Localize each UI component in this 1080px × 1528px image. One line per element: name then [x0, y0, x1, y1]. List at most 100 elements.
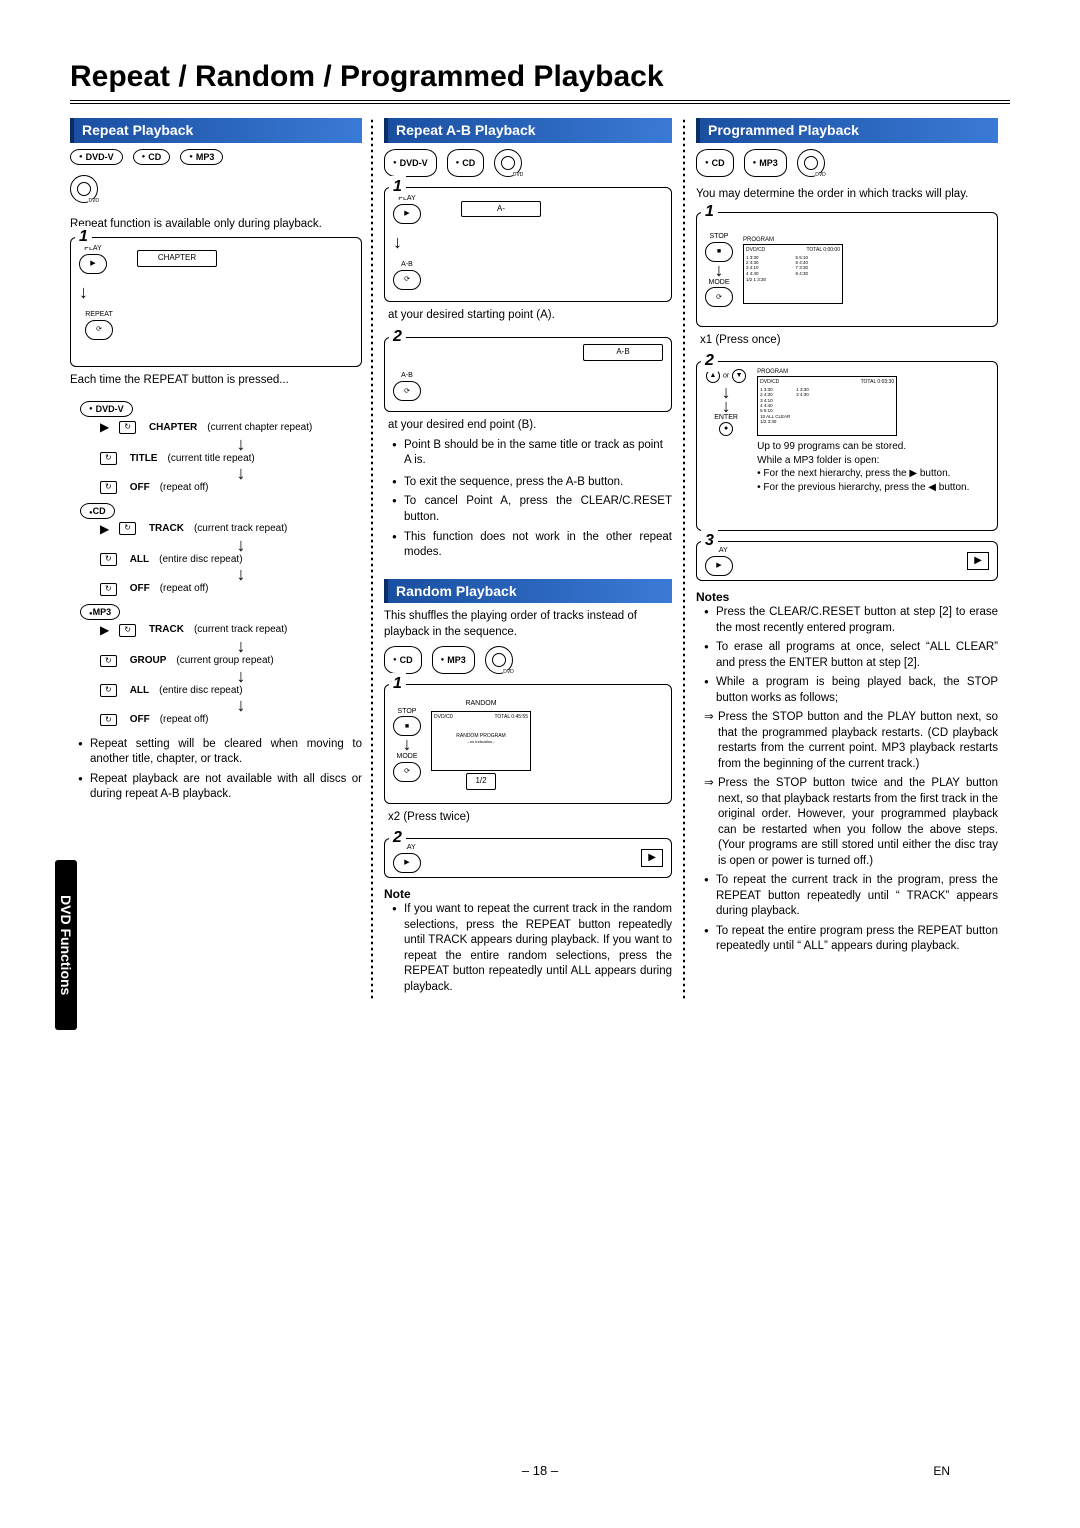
screen-program-1: DVD/CDTOTAL 0:00:00 1 3:302 4:30 3 4:104…: [743, 244, 843, 304]
text-each-time: Each time the REPEAT button is pressed..…: [70, 373, 362, 389]
play-icon-box: ▶: [641, 849, 663, 867]
ab-step-1: 1: [389, 176, 406, 198]
mode-track-cd: TRACK: [149, 522, 184, 536]
label-enter: ENTER: [705, 414, 747, 421]
osd-a: A-: [461, 201, 541, 218]
disc-mp3-2: MP3: [80, 604, 120, 620]
ab-bullet-3: This function does not work in the other…: [392, 530, 672, 561]
mode-all-cd: ALL: [130, 553, 149, 567]
dvd-rw-icon-ab: [494, 149, 522, 177]
disc-cd: CD: [133, 149, 171, 165]
caption-prev: • For the previous hierarchy, press the …: [757, 481, 989, 495]
prg-sub-1: Press the STOP button and the PLAY butto…: [696, 710, 998, 772]
mode-button-rnd[interactable]: ⟳: [393, 762, 421, 782]
desc-off-cd: (repeat off): [160, 582, 209, 596]
desc-track-cd: (current track repeat): [194, 522, 287, 536]
screen-random-label: RANDOM: [431, 699, 531, 708]
prg-note-3: While a program is being played back, th…: [704, 675, 998, 706]
play-button[interactable]: ▶: [79, 254, 107, 274]
osd-12: 1/2: [466, 773, 496, 790]
prg-sub-2: Press the STOP button twice and the PLAY…: [696, 776, 998, 869]
label-ab-1: A-B: [393, 260, 421, 269]
screen-program-2: DVD/CDTOTAL 0:03:30 1 3:302 4:30 3 4:104…: [757, 376, 897, 436]
desc-all-cd: (entire disc repeat): [159, 553, 242, 567]
desc-all-mp3: (entire disc repeat): [159, 684, 242, 698]
mode-chapter: CHAPTER: [149, 421, 197, 435]
prg-note-1: Press the CLEAR/C.RESET button at step […: [704, 605, 998, 636]
ab-bullet-1: To exit the sequence, press the A-B butt…: [392, 475, 672, 491]
prg-note-5: To repeat the entire program press the R…: [704, 924, 998, 955]
column-repeat-playback: Repeat Playback DVD-V CD MP3 Repeat func…: [70, 118, 366, 999]
note-repeat-1: Repeat setting will be cleared when movi…: [78, 737, 362, 768]
disc-cd-rnd: CD: [384, 646, 422, 674]
enter-button[interactable]: ●: [719, 422, 733, 436]
ab-step-2: 2: [389, 326, 406, 348]
label-stop-rnd: STOP: [398, 707, 417, 716]
label-repeat: REPEAT: [85, 310, 113, 319]
play-button-prg[interactable]: ▶: [705, 556, 733, 576]
mode-off-cd: OFF: [130, 582, 150, 596]
play-button-ab[interactable]: ▶: [393, 204, 421, 224]
osd-ab: A-B: [583, 344, 663, 361]
header-random: Random Playback: [384, 579, 672, 604]
dvd-rw-icon-prg: [797, 149, 825, 177]
note-h-random: Note: [384, 886, 672, 902]
caption-mp3folder: While a MP3 folder is open:: [757, 454, 989, 468]
prg-step-3: 3: [701, 530, 718, 552]
stop-button-prg[interactable]: ■: [705, 242, 733, 262]
header-programmed: Programmed Playback: [696, 118, 998, 143]
play-button-rnd[interactable]: ▶: [393, 853, 421, 873]
disc-cd-prg: CD: [696, 149, 734, 177]
disc-dvdv: DVD-V: [70, 149, 123, 165]
ab-button-1[interactable]: ⟳: [393, 270, 421, 290]
press-once: x1 (Press once): [696, 333, 998, 349]
mode-title: TITLE: [130, 452, 158, 466]
lang-indicator: EN: [933, 1464, 950, 1478]
prg-note-4: To repeat the current track in the progr…: [704, 873, 998, 920]
disc-cd-ab: CD: [447, 149, 485, 177]
rnd-step-1: 1: [389, 673, 406, 695]
desc-off-dvd: (repeat off): [160, 481, 209, 495]
stop-button-rnd[interactable]: ■: [393, 716, 421, 736]
dpad-down[interactable]: ▼: [732, 369, 746, 383]
mode-track-mp3: TRACK: [149, 623, 184, 637]
label-mode-rnd: MODE: [397, 752, 418, 761]
ab-button-2[interactable]: ⟳: [393, 381, 421, 401]
disc-mp3-prg: MP3: [744, 149, 787, 177]
screen2-title: PROGRAM: [757, 368, 989, 376]
desc-chapter: (current chapter repeat): [207, 421, 312, 435]
desc-group: (current group repeat): [176, 654, 273, 668]
note-random: If you want to repeat the current track …: [392, 902, 672, 995]
mode-all-mp3: ALL: [130, 684, 149, 698]
page-number: – 18 –: [522, 1463, 558, 1478]
mode-group: GROUP: [130, 654, 167, 668]
mode-off-mp3: OFF: [130, 713, 150, 727]
footer: – 18 – EN: [0, 1463, 1080, 1478]
screen1-title: PROGRAM: [743, 236, 843, 244]
prg-step-1: 1: [701, 201, 718, 223]
note-repeat-2: Repeat playback are not available with a…: [78, 772, 362, 803]
caption-ab1: at your desired starting point (A).: [384, 308, 672, 324]
ab-bullet-2: To cancel Point A, press the CLEAR/C.RES…: [392, 494, 672, 525]
ab-sub: Point B should be in the same title or t…: [392, 438, 672, 469]
dpad: ▲ or ▼ ↓ ↓ ENTER ●: [705, 368, 747, 437]
caption-next: • For the next hierarchy, press the ▶ bu…: [757, 467, 989, 481]
step-1: 1: [75, 226, 92, 248]
header-repeat-ab: Repeat A-B Playback: [384, 118, 672, 143]
disc-mp3: MP3: [180, 149, 223, 165]
desc-track-mp3: (current track repeat): [194, 623, 287, 637]
random-intro: This shuffles the playing order of track…: [384, 609, 672, 640]
mode-button-prg[interactable]: ⟳: [705, 287, 733, 307]
label-stop-prg: STOP: [710, 232, 729, 241]
text-repeat-intro: Repeat function is available only during…: [70, 217, 362, 233]
disc-dvdv-2: DVD-V: [80, 401, 133, 417]
repeat-button[interactable]: ⟳: [85, 320, 113, 340]
caption-99: Up to 99 programs can be stored.: [757, 440, 989, 454]
caption-ab2: at your desired end point (B).: [384, 418, 672, 434]
rnd-step-2: 2: [389, 827, 406, 849]
disc-dvdv-ab: DVD-V: [384, 149, 437, 177]
play-icon-box-prg: ▶: [967, 552, 989, 570]
header-repeat-playback: Repeat Playback: [70, 118, 362, 143]
prg-note-2: To erase all programs at once, select “A…: [704, 640, 998, 671]
page-title: Repeat / Random / Programmed Playback: [70, 60, 1010, 104]
